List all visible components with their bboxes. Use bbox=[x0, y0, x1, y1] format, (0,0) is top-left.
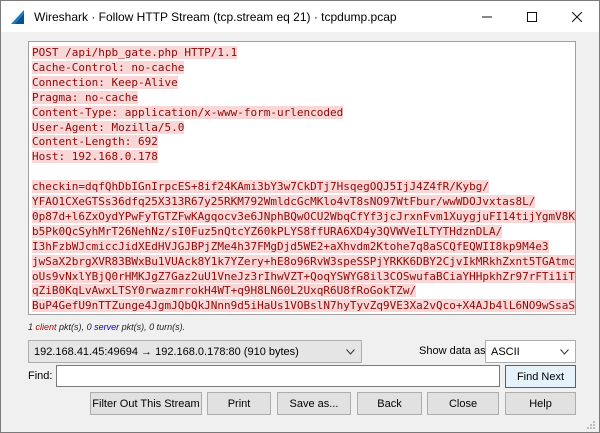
close-icon bbox=[571, 11, 582, 22]
save-as-button[interactable]: Save as... bbox=[277, 392, 351, 415]
stream-line: I3hFzbWJcmiccJidXEdHVJGJBPjZMe4h37FMgDjd… bbox=[32, 239, 549, 253]
stream-line: Host: 192.168.0.178 bbox=[32, 150, 158, 164]
conversation-select[interactable]: 192.168.41.45:49694 → 192.168.0.178:80 (… bbox=[28, 340, 362, 363]
help-button[interactable]: Help bbox=[505, 392, 576, 415]
find-label: Find: bbox=[28, 370, 53, 382]
show-data-select[interactable]: ASCII bbox=[485, 340, 576, 363]
find-next-button[interactable]: Find Next bbox=[505, 365, 576, 388]
stream-line: b5Pk0QcSyhMrT26NehNz/sI0Fuz5nQtcYZ60kPLY… bbox=[32, 224, 503, 238]
stream-line: BuP4GefU9nTTZunge4JgmJQbQkJNnn9d5iHaUs1V… bbox=[32, 299, 576, 313]
maximize-button[interactable] bbox=[509, 1, 554, 32]
pkt-text: pkt(s), bbox=[56, 322, 87, 332]
chevron-down-icon bbox=[346, 346, 355, 358]
client-pkt-count: 1 bbox=[28, 322, 34, 332]
server-pkt-count: 0 bbox=[86, 322, 92, 332]
stream-line: checkin=dqfQhDbIGnIrpcES+8if24KAmi3bY3w7… bbox=[32, 180, 489, 194]
stream-line: User-Agent: Mozilla/5.0 bbox=[32, 120, 185, 134]
stream-line: B4Vy82E= bbox=[32, 314, 575, 315]
close-dialog-button[interactable]: Close bbox=[427, 392, 499, 415]
stream-line: Pragma: no-cache bbox=[32, 90, 138, 104]
filter-out-stream-button[interactable]: Filter Out This Stream bbox=[90, 392, 202, 415]
stream-line: Content-Type: application/x-www-form-url… bbox=[32, 105, 344, 119]
maximize-icon bbox=[526, 11, 537, 22]
close-button[interactable] bbox=[554, 1, 599, 32]
follow-stream-window: Wireshark · Follow HTTP Stream (tcp.stre… bbox=[0, 0, 600, 433]
stream-line: oUs9vNxlYBjQ0rHMKJgZ7Gaz2uU1VneJz3rIhwVZ… bbox=[32, 269, 576, 283]
show-data-label: Show data as bbox=[419, 345, 486, 357]
turns-text: pkt(s), 0 turn(s). bbox=[119, 322, 186, 332]
minimize-icon bbox=[481, 12, 492, 22]
print-button[interactable]: Print bbox=[207, 392, 271, 415]
stream-text-view[interactable]: POST /api/hpb_gate.php HTTP/1.1 Cache-Con… bbox=[28, 41, 576, 315]
show-data-value: ASCII bbox=[491, 345, 520, 358]
stream-blank-line bbox=[32, 165, 575, 180]
conversation-value: 192.168.41.45:49694 → 192.168.0.178:80 (… bbox=[34, 345, 299, 358]
server-label: server bbox=[94, 322, 120, 332]
window-title: Wireshark · Follow HTTP Stream (tcp.stre… bbox=[34, 9, 397, 24]
title-bar[interactable]: Wireshark · Follow HTTP Stream (tcp.stre… bbox=[1, 1, 599, 32]
stream-line: Content-Length: 692 bbox=[32, 135, 158, 149]
packet-count-info: 1 client pkt(s), 0 server pkt(s), 0 turn… bbox=[28, 322, 185, 332]
resize-grip-icon[interactable] bbox=[586, 419, 596, 429]
stream-line: YFAO1CXeGTSs36dfq25X313R67y25RKM792Wmldc… bbox=[32, 195, 536, 209]
stream-line: 0p87d+l6ZxOydYPwFyTGTZFwKAgqocv3e6JNphBQ… bbox=[32, 209, 576, 223]
minimize-button[interactable] bbox=[464, 1, 509, 32]
wireshark-fin-icon bbox=[10, 9, 26, 25]
window-controls bbox=[464, 1, 599, 32]
find-input[interactable] bbox=[56, 365, 500, 387]
stream-line: POST /api/hpb_gate.php HTTP/1.1 bbox=[32, 46, 238, 59]
chevron-down-icon bbox=[560, 346, 569, 358]
back-button[interactable]: Back bbox=[357, 392, 422, 415]
client-label: client bbox=[35, 322, 57, 332]
stream-line: qZiB0KqLvAwxLTSY0rwazmrrokH4WT+q9H8LN60L… bbox=[32, 284, 417, 298]
stream-line: Cache-Control: no-cache bbox=[32, 60, 185, 74]
stream-line: jwSaX2brgXVR83BWxBu1VUAck8Y1k7YZery+hE8o… bbox=[32, 254, 576, 268]
stream-line: Connection: Keep-Alive bbox=[32, 75, 178, 89]
stream-content: POST /api/hpb_gate.php HTTP/1.1 Cache-Con… bbox=[29, 42, 576, 315]
